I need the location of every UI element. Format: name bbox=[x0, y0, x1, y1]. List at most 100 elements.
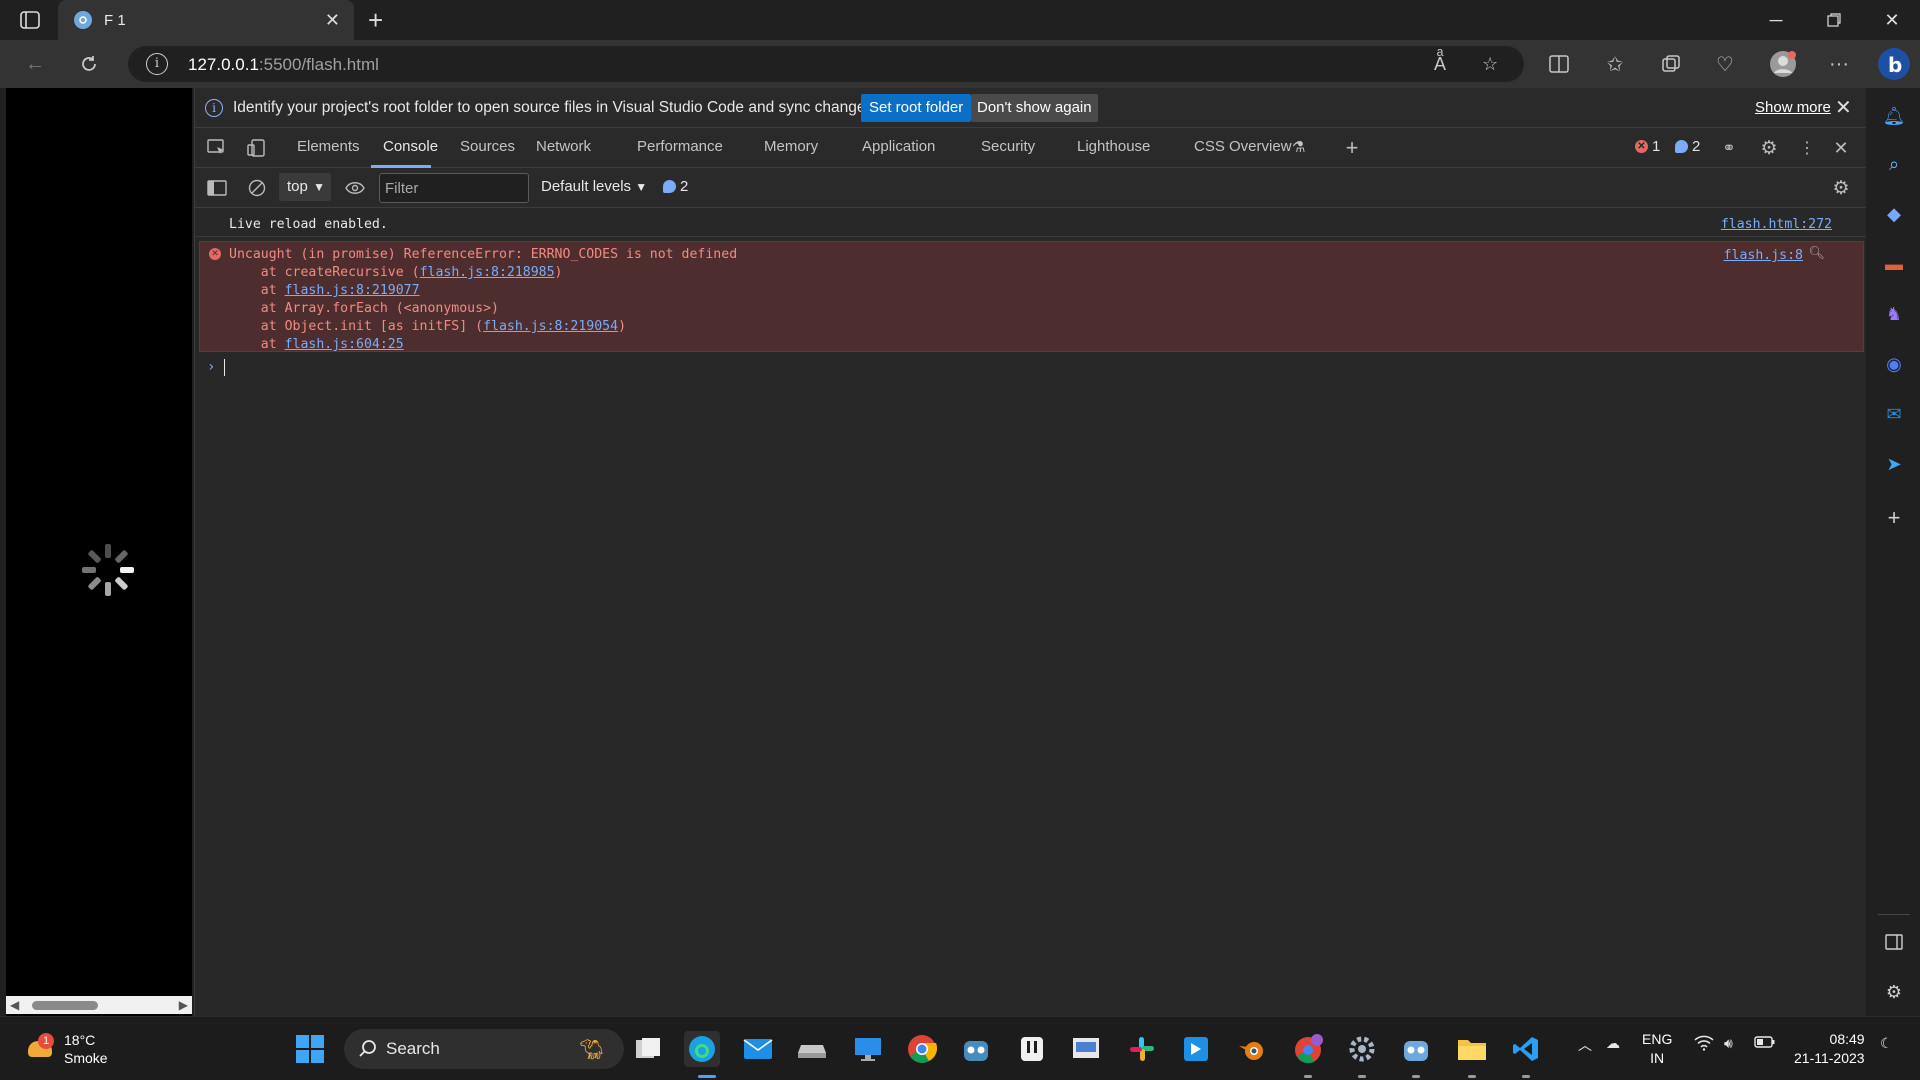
scrollbar-thumb[interactable] bbox=[32, 1001, 98, 1010]
tab-performance[interactable]: Performance bbox=[637, 138, 723, 155]
remote-desktop-icon[interactable] bbox=[850, 1031, 886, 1067]
message-count-badge[interactable]: 2 bbox=[1675, 138, 1700, 155]
task-view-icon[interactable] bbox=[630, 1031, 666, 1067]
restore-icon[interactable] bbox=[1814, 6, 1854, 34]
context-selector[interactable]: top ▼ bbox=[279, 173, 331, 201]
more-options-icon[interactable]: ··· bbox=[1824, 50, 1854, 78]
microsoft-365-icon[interactable]: ◉ bbox=[1880, 350, 1908, 378]
log-levels-dropdown[interactable]: Default levels ▼ bbox=[541, 178, 647, 195]
taskbar-search[interactable]: Search 🐪︎ bbox=[344, 1029, 624, 1069]
file-explorer-icon[interactable] bbox=[1454, 1031, 1490, 1067]
dont-show-again-button[interactable]: Don't show again bbox=[971, 94, 1098, 122]
favorite-star-icon[interactable]: ☆ bbox=[1482, 54, 1498, 75]
browser-tab[interactable]: F 1 ✕ bbox=[58, 0, 354, 40]
close-window-icon[interactable]: ✕ bbox=[1872, 6, 1912, 34]
connection-icon[interactable]: ⚭ bbox=[1717, 137, 1741, 159]
close-tab-icon[interactable]: ✕ bbox=[325, 10, 340, 31]
shopping-tag-icon[interactable]: ◆ bbox=[1880, 200, 1908, 228]
keyboard-app-icon[interactable] bbox=[1068, 1031, 1104, 1067]
read-aloud-icon[interactable]: A͏ͣ bbox=[1434, 54, 1446, 75]
onedrive-icon[interactable]: ☁ bbox=[1606, 1035, 1620, 1052]
stack-link[interactable]: flash.js:604:25 bbox=[285, 337, 404, 352]
close-infobar-icon[interactable]: ✕ bbox=[1835, 95, 1852, 120]
slack-icon[interactable] bbox=[1124, 1031, 1160, 1067]
scroll-left-icon[interactable]: ◀ bbox=[10, 998, 19, 1012]
weather-widget[interactable]: 1 18°C Smoke bbox=[24, 1031, 108, 1067]
back-icon[interactable]: ← bbox=[20, 50, 50, 78]
hide-sidebar-icon[interactable] bbox=[1880, 928, 1908, 956]
notifications-bell-icon[interactable]: 🔔︎ bbox=[1880, 102, 1908, 130]
console-input-caret[interactable] bbox=[224, 359, 225, 376]
console-output[interactable]: Live reload enabled. flash.html:272 ✕ Un… bbox=[195, 209, 1866, 1016]
vscode-icon[interactable] bbox=[1508, 1031, 1544, 1067]
settings-gear-icon[interactable]: ⚙ bbox=[1757, 137, 1781, 159]
scroll-right-icon[interactable]: ▶ bbox=[179, 998, 188, 1012]
s-app-icon[interactable] bbox=[1178, 1031, 1214, 1067]
close-devtools-icon[interactable]: ✕ bbox=[1829, 137, 1853, 159]
search-icon[interactable]: 🔍︎ bbox=[1808, 246, 1825, 261]
battery-icon[interactable] bbox=[1754, 1035, 1776, 1052]
sidebar-settings-gear-icon[interactable]: ⚙ bbox=[1880, 978, 1908, 1006]
console-settings-gear-icon[interactable]: ⚙ bbox=[1829, 177, 1853, 199]
games-icon[interactable]: ♞ bbox=[1880, 300, 1908, 328]
profile-avatar[interactable] bbox=[1768, 50, 1798, 78]
inspect-element-icon[interactable] bbox=[205, 137, 229, 159]
tab-sources[interactable]: Sources bbox=[460, 138, 515, 155]
new-tab-icon[interactable]: + bbox=[368, 6, 383, 34]
customize-menu-icon[interactable]: ⋮ bbox=[1795, 137, 1819, 159]
system-clock[interactable]: 08:49 21-11-2023 bbox=[1794, 1030, 1865, 1068]
refresh-icon[interactable] bbox=[74, 50, 104, 78]
mail-icon[interactable] bbox=[740, 1031, 776, 1067]
copilot-icon[interactable]: b bbox=[1876, 46, 1912, 82]
blender-icon[interactable] bbox=[1234, 1031, 1270, 1067]
collections-icon[interactable] bbox=[1656, 50, 1686, 78]
device-toolbar-icon[interactable] bbox=[245, 137, 269, 159]
edge-app-icon[interactable] bbox=[684, 1031, 720, 1067]
set-root-folder-button[interactable]: Set root folder bbox=[861, 94, 972, 122]
error-count-badge[interactable]: ✕ 1 bbox=[1635, 138, 1660, 155]
wifi-icon[interactable] bbox=[1694, 1035, 1714, 1054]
godot-editor-icon[interactable] bbox=[1398, 1031, 1434, 1067]
outlook-icon[interactable]: ✉ bbox=[1880, 400, 1908, 428]
more-tabs-plus-icon[interactable]: + bbox=[1340, 135, 1364, 160]
chrome-profile-icon[interactable] bbox=[1290, 1031, 1326, 1067]
do-not-disturb-moon-icon[interactable]: ☾ bbox=[1880, 1035, 1893, 1052]
stack-link[interactable]: flash.js:8:219077 bbox=[285, 283, 420, 298]
show-more-link[interactable]: Show more bbox=[1755, 99, 1831, 116]
language-indicator[interactable]: ENG IN bbox=[1642, 1030, 1672, 1068]
live-expression-eye-icon[interactable] bbox=[343, 177, 367, 199]
error-source-link[interactable]: flash.js:8 bbox=[1724, 248, 1803, 263]
search-icon[interactable]: ⌕ bbox=[1880, 150, 1908, 178]
stack-link[interactable]: flash.js:8:218985 bbox=[420, 265, 555, 280]
favorites-icon[interactable]: ✩ bbox=[1600, 50, 1630, 78]
tab-security[interactable]: Security bbox=[981, 138, 1035, 155]
page-viewport[interactable] bbox=[6, 88, 192, 1016]
tab-elements[interactable]: Elements bbox=[297, 138, 360, 155]
add-sidebar-app-icon[interactable]: + bbox=[1880, 504, 1908, 532]
filter-input[interactable] bbox=[379, 173, 529, 203]
start-windows-icon[interactable] bbox=[292, 1031, 328, 1067]
chrome-icon[interactable] bbox=[904, 1031, 940, 1067]
log-source-link[interactable]: flash.html:272 bbox=[1721, 217, 1832, 232]
tab-actions-icon[interactable] bbox=[16, 8, 44, 32]
url-text[interactable]: 127.0.0.1:5500/flash.html bbox=[188, 55, 379, 75]
browser-essentials-icon[interactable]: ♡ bbox=[1710, 50, 1740, 78]
tab-console[interactable]: Console bbox=[383, 138, 438, 155]
volume-icon[interactable]: 🔊︎ bbox=[1724, 1035, 1733, 1052]
tab-application[interactable]: Application bbox=[862, 138, 935, 155]
sidebar-toggle-icon[interactable] bbox=[205, 177, 229, 199]
godot-icon[interactable] bbox=[958, 1031, 994, 1067]
notion-like-icon[interactable] bbox=[1014, 1031, 1050, 1067]
address-bar[interactable]: i 127.0.0.1:5500/flash.html A͏ͣ ☆ bbox=[128, 46, 1524, 82]
tab-css-overview[interactable]: CSS Overview bbox=[1194, 138, 1292, 155]
drop-icon[interactable]: ➤ bbox=[1880, 450, 1908, 478]
show-hidden-icons-chevron-up-icon[interactable]: ︿ bbox=[1578, 1035, 1592, 1055]
site-info-icon[interactable]: i bbox=[146, 53, 168, 75]
issues-count[interactable]: 2 bbox=[663, 178, 688, 195]
storage-drive-icon[interactable] bbox=[794, 1031, 830, 1067]
split-screen-icon[interactable] bbox=[1544, 50, 1574, 78]
stack-link[interactable]: flash.js:8:219054 bbox=[483, 319, 618, 334]
tab-memory[interactable]: Memory bbox=[764, 138, 818, 155]
minimize-icon[interactable]: ─ bbox=[1756, 6, 1796, 34]
settings-app-icon[interactable] bbox=[1344, 1031, 1380, 1067]
